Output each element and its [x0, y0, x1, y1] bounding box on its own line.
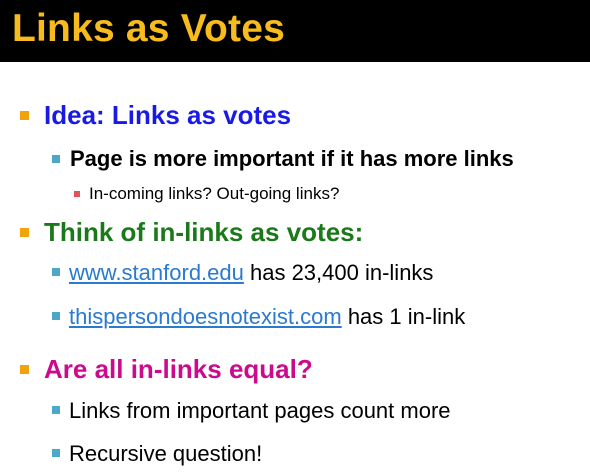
level2-bullet-square-icon — [52, 268, 60, 276]
level1-bullet-square-icon — [20, 111, 29, 120]
bullet-page-importance: Page is more important if it has more li… — [70, 146, 514, 171]
level2-bullet-square-icon — [52, 449, 60, 457]
heading-idea: Idea: Links as votes — [44, 100, 292, 130]
thisperson-link[interactable]: thispersondoesnotexist.com — [69, 304, 342, 329]
stanford-inlinks-text: has 23,400 in-links — [243, 260, 434, 285]
level1-bullet-square-icon — [20, 365, 29, 374]
bullet-stanford: www.stanford.edu has 23,400 in-links — [69, 259, 433, 287]
slide-content: Idea: Links as votes Page is more import… — [0, 0, 590, 474]
level2-bullet-square-icon — [52, 312, 60, 320]
stanford-link[interactable]: www.stanford.edu — [69, 260, 244, 285]
bullet-important-pages: Links from important pages count more — [69, 398, 451, 423]
level3-bullet-square-icon — [74, 191, 80, 197]
level2-bullet-square-icon — [52, 155, 60, 163]
level1-bullet-square-icon — [20, 228, 29, 237]
level2-bullet-square-icon — [52, 406, 60, 414]
thisperson-inlinks-text: has 1 in-link — [341, 304, 466, 329]
heading-inlinks-equal: Are all in-links equal? — [44, 354, 313, 384]
heading-inlinks-votes: Think of in-links as votes: — [44, 217, 364, 247]
bullet-thisperson: thispersondoesnotexist.com has 1 in-link — [69, 303, 465, 331]
bullet-incoming-outgoing: In-coming links? Out-going links? — [89, 184, 340, 203]
bullet-recursive-question: Recursive question! — [69, 441, 263, 466]
